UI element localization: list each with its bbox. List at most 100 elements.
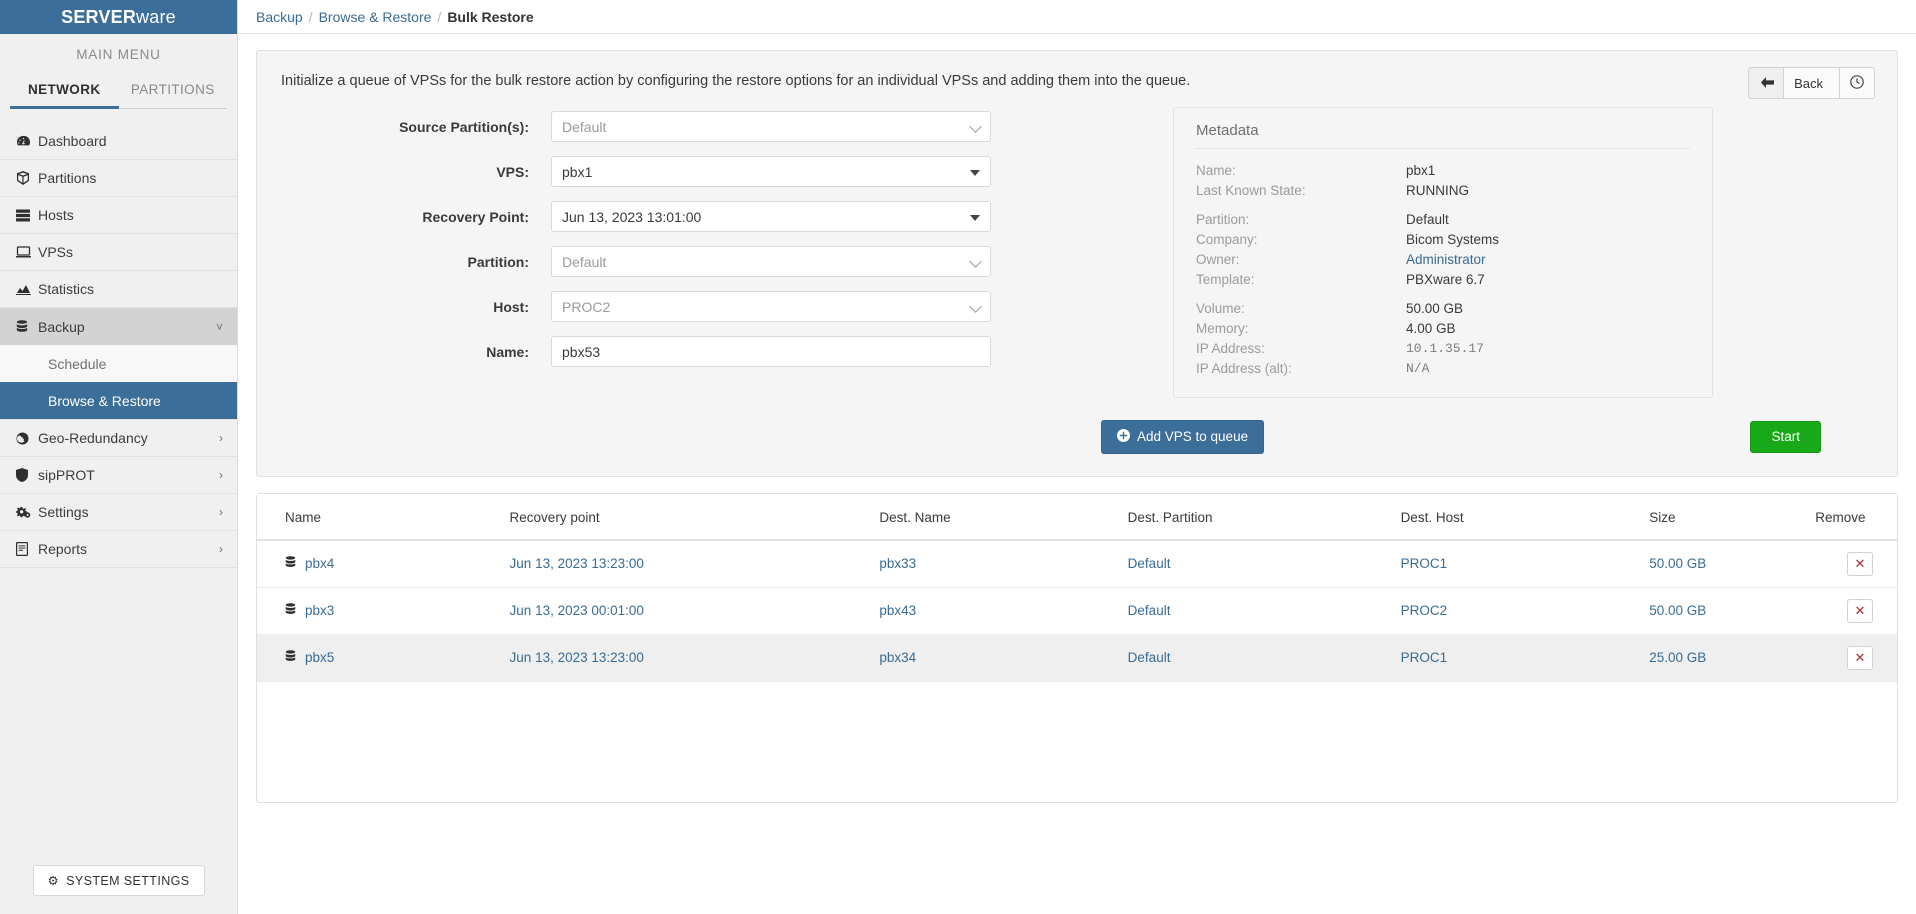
cell-dest-host[interactable]: PROC1 [1393,540,1642,588]
cell-dest-partition[interactable]: Default [1120,587,1393,634]
restore-form: Source Partition(s): Default VPS: pbx1 [281,107,1111,398]
brand-light: ware [136,7,176,28]
chevron-down-icon [969,300,982,313]
vps-select[interactable]: pbx1 [551,156,991,187]
cell-dest-partition[interactable]: Default [1120,634,1393,681]
metadata-key: Volume: [1196,299,1406,319]
row-name-link[interactable]: pbx5 [305,650,334,665]
panel-header: Initialize a queue of VPSs for the bulk … [257,51,1897,93]
row-name-wrap: pbx5 [285,650,334,666]
metadata-key: Partition: [1196,210,1406,230]
field-row-partition: Partition: Default [281,246,1111,277]
chevron-down-icon [969,255,982,268]
source-partitions-select[interactable]: Default [551,111,991,142]
caret-down-icon [970,215,980,221]
cell-dest-host[interactable]: PROC2 [1393,587,1642,634]
recovery-point-select[interactable]: Jun 13, 2023 13:01:00 [551,201,991,232]
field-row-name: Name: pbx53 [281,336,1111,367]
sidebar-item-browse-restore[interactable]: Browse & Restore [0,382,237,419]
sidebar-item-dashboard[interactable]: Dashboard [0,123,237,160]
cell-name: pbx5 [257,634,502,681]
field-row-recovery-point: Recovery Point: Jun 13, 2023 13:01:00 [281,201,1111,232]
dashboard-icon [16,135,38,148]
chevron-right-icon: › [219,543,223,555]
metadata-card: Metadata Name: pbx1 Last Known State: RU… [1173,107,1713,398]
sidebar-item-reports[interactable]: Reports › [0,531,237,568]
cell-dest-partition[interactable]: Default [1120,540,1393,588]
brand-logo: SERVERware [0,0,237,34]
source-partitions-value: Default [562,119,606,135]
recovery-point-value: Jun 13, 2023 13:01:00 [562,209,701,225]
cell-dest-host[interactable]: PROC1 [1393,634,1642,681]
sidebar-item-hosts[interactable]: Hosts [0,197,237,234]
back-button-group: Back [1748,67,1875,99]
sidebar-item-vpss[interactable]: VPSs [0,234,237,271]
label-host: Host: [281,299,551,315]
add-vps-label: Add VPS to queue [1137,430,1248,444]
main-area: Backup / Browse & Restore / Bulk Restore… [238,0,1916,914]
row-name-link[interactable]: pbx4 [305,556,334,571]
sidebar-item-schedule[interactable]: Schedule [0,345,237,382]
back-button[interactable]: Back [1784,67,1840,99]
metadata-key: Name: [1196,161,1406,181]
row-name-wrap: pbx4 [285,556,334,572]
metadata-key: Last Known State: [1196,181,1406,201]
field-row-source-partitions: Source Partition(s): Default [281,111,1111,142]
cell-size[interactable]: 50.00 GB [1641,540,1807,588]
close-x-icon[interactable]: ✕ [1847,646,1873,670]
metadata-owner-link[interactable]: Administrator [1406,250,1486,270]
breadcrumb-link-browse-restore[interactable]: Browse & Restore [319,9,432,25]
content: Initialize a queue of VPSs for the bulk … [238,34,1916,914]
sidebar-item-label: Backup [38,319,216,335]
sidebar-item-sipprot[interactable]: sipPROT › [0,457,237,494]
box-icon [16,171,38,185]
sidebar-item-statistics[interactable]: Statistics [0,271,237,308]
tab-network[interactable]: NETWORK [10,73,119,109]
sidebar: SERVERware MAIN MENU NETWORK PARTITIONS … [0,0,238,914]
tab-partitions[interactable]: PARTITIONS [119,73,228,108]
cell-recovery-point: Jun 13, 2023 13:23:00 [502,634,872,681]
back-arrow-button[interactable] [1748,67,1784,99]
sidebar-item-label: sipPROT [38,467,219,483]
cell-size[interactable]: 25.00 GB [1641,634,1807,681]
plus-circle-icon [1117,429,1130,445]
cell-dest-name[interactable]: pbx43 [871,587,1119,634]
cell-dest-name[interactable]: pbx33 [871,540,1119,588]
partition-select[interactable]: Default [551,246,991,277]
metadata-key: Template: [1196,270,1406,290]
queue-table-panel: Name Recovery point Dest. Name Dest. Par… [256,493,1898,803]
sidebar-item-partitions[interactable]: Partitions [0,160,237,197]
cell-remove: ✕ [1807,587,1897,634]
close-x-icon[interactable]: ✕ [1847,599,1873,623]
table-row[interactable]: pbx5 Jun 13, 2023 13:23:00 pbx34 Default… [257,634,1897,681]
start-button[interactable]: Start [1750,421,1821,453]
cell-size[interactable]: 50.00 GB [1641,587,1807,634]
metadata-row-partition: Partition: Default [1196,210,1690,230]
cell-dest-name[interactable]: pbx34 [871,634,1119,681]
sidebar-item-settings[interactable]: Settings › [0,494,237,531]
close-x-icon[interactable]: ✕ [1847,552,1873,576]
metadata-value: Bicom Systems [1406,230,1499,250]
main-menu-label: MAIN MENU [0,34,237,73]
database-icon [16,320,38,334]
name-input[interactable]: pbx53 [551,336,991,367]
add-vps-to-queue-button[interactable]: Add VPS to queue [1101,420,1264,454]
metadata-key: Memory: [1196,319,1406,339]
table-row[interactable]: pbx3 Jun 13, 2023 00:01:00 pbx43 Default… [257,587,1897,634]
metadata-title: Metadata [1196,122,1690,149]
column-header-size: Size [1641,494,1807,540]
system-settings-button[interactable]: ⚙ SYSTEM SETTINGS [33,865,205,896]
field-row-host: Host: PROC2 [281,291,1111,322]
history-button[interactable] [1840,67,1875,99]
sidebar-item-geo-redundancy[interactable]: Geo-Redundancy › [0,420,237,457]
sidebar-item-label: Reports [38,541,219,557]
host-select[interactable]: PROC2 [551,291,991,322]
cell-name: pbx3 [257,587,502,634]
row-name-link[interactable]: pbx3 [305,603,334,618]
gear-icon: ⚙ [48,873,60,888]
table-row[interactable]: pbx4 Jun 13, 2023 13:23:00 pbx33 Default… [257,540,1897,588]
breadcrumb-link-backup[interactable]: Backup [256,9,303,25]
queue-table: Name Recovery point Dest. Name Dest. Par… [257,494,1897,682]
sidebar-item-backup[interactable]: Backup ˅ [0,308,237,345]
metadata-row-volume: Volume: 50.00 GB [1196,299,1690,319]
